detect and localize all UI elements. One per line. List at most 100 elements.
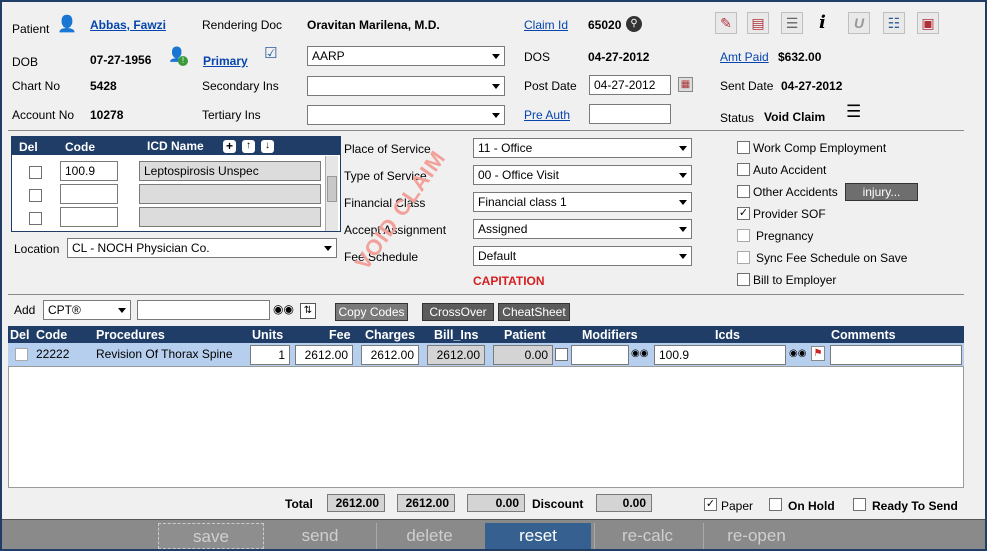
pre-auth-input[interactable]	[589, 104, 671, 124]
paper-checkbox[interactable]: ✓	[704, 498, 717, 511]
icd-row-3-del-checkbox[interactable]	[29, 212, 42, 225]
total-bill-ins: 2612.00	[397, 494, 455, 512]
code-type-select[interactable]: CPT®	[43, 300, 131, 320]
provider-sof-checkbox[interactable]: ✓	[737, 207, 750, 220]
proc-charges-input[interactable]: 2612.00	[361, 345, 419, 365]
proc-patient-checkbox[interactable]	[555, 348, 568, 361]
reopen-button[interactable]: re-open	[703, 523, 809, 549]
icd-row-2-del-checkbox[interactable]	[29, 189, 42, 202]
dos-label: DOS	[524, 50, 551, 64]
bill-employer-checkbox[interactable]	[737, 273, 750, 286]
user-card-icon[interactable]: ☷	[883, 12, 905, 34]
notes-icon[interactable]: ☰	[781, 12, 803, 34]
crossover-button[interactable]: CrossOver	[422, 303, 494, 321]
col-procedures: Procedures	[96, 328, 165, 342]
col-comments: Comments	[831, 328, 896, 342]
move-down-icon[interactable]: ↓	[261, 140, 274, 153]
add-icd-icon[interactable]: +	[223, 140, 236, 153]
ready-checkbox[interactable]	[853, 498, 866, 511]
secondary-ins-select[interactable]	[307, 76, 505, 96]
amt-paid-link[interactable]: Amt Paid	[720, 50, 769, 64]
exit-icon[interactable]: ▣	[917, 12, 939, 34]
discount-label: Discount	[532, 497, 584, 511]
proc-fee-input[interactable]: 2612.00	[295, 345, 353, 365]
proc-code: 22222	[36, 347, 70, 361]
proc-bill-ins: 2612.00	[427, 345, 485, 365]
copy-codes-button[interactable]: Copy Codes	[335, 303, 408, 321]
icd-search-icon[interactable]: ◉◉	[789, 348, 806, 359]
insurance-check-icon[interactable]: ☑	[264, 44, 277, 62]
u-icon[interactable]: U	[848, 12, 870, 34]
tertiary-ins-select[interactable]	[307, 105, 505, 125]
primary-link[interactable]: Primary	[203, 54, 248, 68]
flag-icon[interactable]: ⚑	[811, 346, 825, 361]
col-units: Units	[252, 328, 284, 342]
modifier-search-icon[interactable]: ◉◉	[631, 348, 648, 359]
fee-select[interactable]: Default	[473, 246, 692, 266]
pos-label: Place of Service	[344, 142, 431, 156]
proc-modifiers-input[interactable]	[571, 345, 629, 365]
col-bill-ins: Bill_Ins	[434, 328, 479, 342]
proc-comments-input[interactable]	[830, 345, 962, 365]
icd-panel: Del Code ICD Name + ↑ ↓ 100.9 Leptospiro…	[11, 136, 341, 232]
other-accidents-label: Other Accidents	[753, 185, 838, 199]
alert-icon: !	[178, 56, 188, 66]
swap-icon[interactable]: ⇅	[300, 303, 316, 319]
claim-id-link[interactable]: Claim Id	[524, 18, 568, 32]
icd-row-2-code[interactable]	[60, 184, 118, 204]
code-search-input[interactable]	[137, 300, 270, 320]
work-comp-checkbox[interactable]	[737, 141, 750, 154]
calendar-icon[interactable]: ▦	[678, 77, 693, 92]
secondary-label: Secondary Ins	[202, 79, 279, 93]
other-accidents-checkbox[interactable]	[737, 185, 750, 198]
icd-row-3-code[interactable]	[60, 207, 118, 227]
info-icon[interactable]: i	[819, 12, 826, 33]
table-row[interactable]: 22222 Revision Of Thorax Spine 1 2612.00…	[8, 343, 964, 366]
binoculars-icon[interactable]: ◉◉	[273, 302, 294, 316]
icd-name-header: ICD Name	[147, 139, 204, 153]
proc-icds-input[interactable]: 100.9	[654, 345, 786, 365]
post-date-label: Post Date	[524, 79, 577, 93]
injury-button[interactable]: injury...	[845, 183, 918, 201]
save-button[interactable]: save	[158, 523, 264, 549]
reset-button[interactable]: reset	[485, 523, 591, 549]
icd-scrollbar[interactable]	[325, 156, 338, 231]
proc-name: Revision Of Thorax Spine	[96, 347, 233, 361]
col-del: Del	[10, 328, 30, 342]
location-select[interactable]: CL - NOCH Physician Co.	[67, 238, 337, 258]
recalc-button[interactable]: re-calc	[594, 523, 700, 549]
proc-del-checkbox[interactable]	[15, 348, 28, 361]
bill-employer-label: Bill to Employer	[753, 273, 837, 287]
accept-select[interactable]: Assigned	[473, 219, 692, 239]
account-label: Account No	[12, 108, 75, 122]
primary-ins-select[interactable]: AARP	[307, 46, 505, 66]
send-button[interactable]: send	[267, 523, 373, 549]
action-bar: save send delete reset re-calc re-open	[2, 519, 985, 549]
auto-accident-checkbox[interactable]	[737, 163, 750, 176]
icd-row-1-del-checkbox[interactable]	[29, 166, 42, 179]
post-date-input[interactable]: 04-27-2012	[589, 75, 671, 95]
icd-header: Del Code ICD Name + ↑ ↓	[12, 137, 340, 155]
patient-card-icon[interactable]: 👤	[57, 14, 77, 34]
pregnancy-checkbox[interactable]	[737, 229, 750, 242]
pre-auth-link[interactable]: Pre Auth	[524, 108, 570, 122]
sync-fee-checkbox[interactable]	[737, 251, 750, 264]
pos-select[interactable]: 11 - Office	[473, 138, 692, 158]
patient-name-link[interactable]: Abbas, Fawzi	[90, 18, 166, 32]
tos-select[interactable]: 00 - Office Visit	[473, 165, 692, 185]
search-icon[interactable]: ⚲	[626, 16, 642, 32]
delete-button[interactable]: delete	[376, 523, 482, 549]
icd-row-1-code[interactable]: 100.9	[60, 161, 118, 181]
fin-select[interactable]: Financial class 1	[473, 192, 692, 212]
rendering-doc-label: Rendering Doc	[202, 18, 283, 32]
move-up-icon[interactable]: ↑	[242, 140, 255, 153]
form-icon[interactable]: ✎	[715, 12, 737, 34]
col-charges: Charges	[365, 328, 416, 342]
status-list-icon[interactable]: ☰	[846, 102, 861, 122]
on-hold-checkbox[interactable]	[769, 498, 782, 511]
proc-units-input[interactable]: 1	[250, 345, 290, 365]
work-comp-label: Work Comp Employment	[753, 141, 887, 155]
cheatsheet-button[interactable]: CheatSheet	[498, 303, 570, 321]
total-charges: 2612.00	[327, 494, 385, 512]
documents-icon[interactable]: ▤	[747, 12, 769, 34]
